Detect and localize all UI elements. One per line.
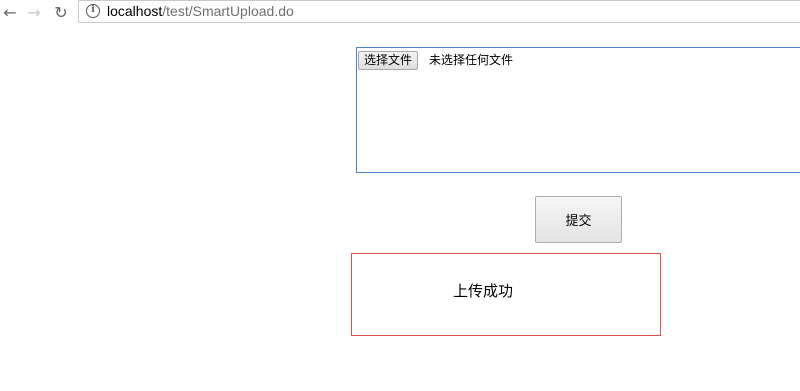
- url-text[interactable]: localhost/test/SmartUpload.do: [107, 3, 294, 20]
- reload-icon: ↻: [54, 2, 68, 22]
- url-host: localhost: [107, 3, 163, 19]
- reload-button[interactable]: ↻: [51, 2, 71, 22]
- result-panel: 上传成功: [351, 253, 661, 336]
- choose-file-button[interactable]: 选择文件: [358, 51, 419, 70]
- address-bar[interactable]: i localhost/test/SmartUpload.do: [78, 0, 800, 23]
- file-upload-field[interactable]: 选择文件 未选择任何文件: [356, 47, 800, 173]
- submit-button[interactable]: 提交: [535, 196, 622, 243]
- file-status-text: 未选择任何文件: [429, 53, 514, 67]
- forward-button[interactable]: →: [24, 2, 44, 22]
- arrow-left-icon: ←: [3, 2, 17, 22]
- url-path: /test/SmartUpload.do: [162, 3, 294, 19]
- browser-toolbar: ← → ↻ i localhost/test/SmartUpload.do: [0, 0, 800, 26]
- result-message: 上传成功: [453, 282, 514, 300]
- submit-label: 提交: [565, 214, 592, 229]
- info-icon[interactable]: i: [86, 4, 100, 18]
- arrow-right-icon: →: [27, 2, 41, 22]
- back-button[interactable]: ←: [0, 2, 20, 22]
